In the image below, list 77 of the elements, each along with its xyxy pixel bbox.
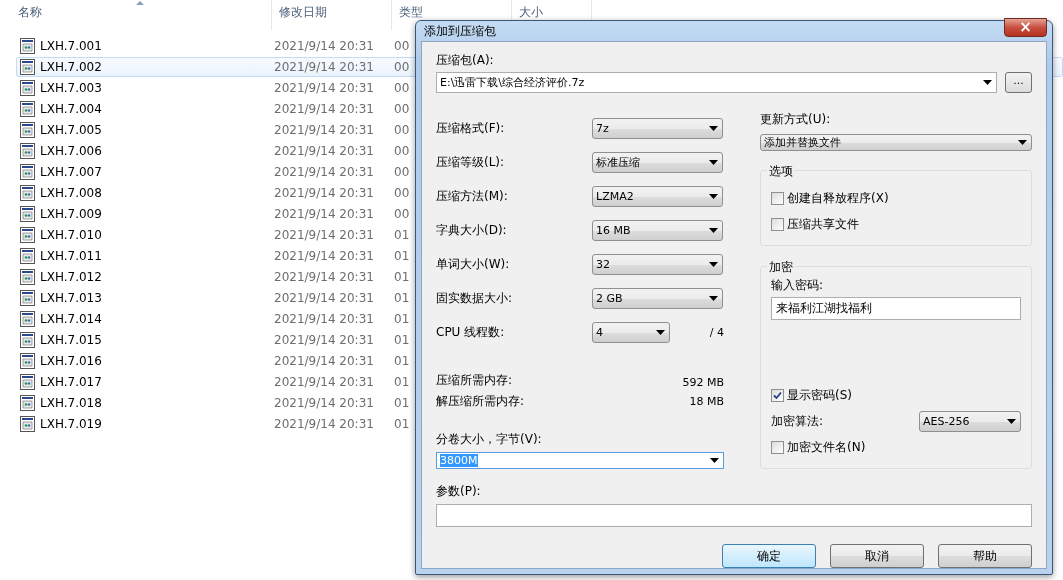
- file-name: LXH.7.018: [40, 396, 102, 410]
- field-label: 压缩包(A):: [436, 52, 495, 69]
- date-cell-text: 2021/9/14 20:31: [274, 207, 375, 221]
- file-name: LXH.7.001: [40, 39, 102, 53]
- setting-label: 压缩格式(F):: [436, 119, 506, 137]
- type-cell: 01: [394, 375, 410, 389]
- info-value: 18 MB: [689, 394, 724, 408]
- field-label: 输入密码:: [771, 277, 825, 294]
- setting-label: 压缩方法(M):: [436, 187, 509, 205]
- file-name: LXH.7.019: [40, 417, 102, 431]
- setting-label: 压缩等级(L):: [436, 153, 506, 171]
- info-value: 592 MB: [682, 376, 724, 389]
- date-cell-text: 2021/9/14 20:31: [274, 60, 375, 74]
- date-cell-text: 2021/9/14 20:31: [274, 249, 375, 263]
- type-cell: 01: [394, 417, 410, 431]
- file-name: LXH.7.016: [40, 354, 102, 368]
- group-title: 选项: [767, 163, 795, 180]
- type-cell: 00: [394, 207, 410, 221]
- date-cell-text: 2021/9/14 20:31: [274, 81, 375, 95]
- info-label: 压缩所需内存:: [436, 372, 514, 389]
- date-cell-text: 2021/9/14 20:31: [274, 39, 375, 53]
- date-cell-text: 2021/9/14 20:31: [274, 291, 375, 305]
- file-name: LXH.7.012: [40, 270, 102, 284]
- type-cell: 01: [394, 396, 410, 410]
- thread-count-text: / 4: [709, 325, 724, 339]
- date-cell-text: 2021/9/14 20:31: [274, 186, 375, 200]
- type-cell: 00: [394, 81, 410, 95]
- setting-label: 单词大小(W):: [436, 255, 511, 273]
- date-cell-text: 2021/9/14 20:31: [274, 165, 375, 179]
- file-name: LXH.7.017: [40, 375, 102, 389]
- type-cell: 01: [394, 291, 410, 305]
- file-name: LXH.7.002: [40, 60, 102, 74]
- type-cell: 00: [394, 102, 410, 116]
- file-name: LXH.7.004: [40, 102, 102, 116]
- date-cell-text: 2021/9/14 20:31: [274, 354, 375, 368]
- file-name: LXH.7.005: [40, 123, 102, 137]
- date-cell-text: 2021/9/14 20:31: [274, 144, 375, 158]
- date-cell-text: 2021/9/14 20:31: [274, 312, 375, 326]
- file-name: LXH.7.003: [40, 81, 102, 95]
- file-name: LXH.7.007: [40, 165, 102, 179]
- type-cell: 01: [394, 354, 410, 368]
- file-name: LXH.7.015: [40, 333, 102, 347]
- setting-label: 固实数据大小:: [436, 289, 514, 307]
- type-cell: 01: [394, 312, 410, 326]
- type-cell: 00: [394, 123, 410, 137]
- group-title: 加密: [767, 259, 795, 276]
- type-cell: 00: [394, 144, 410, 158]
- setting-label: CPU 线程数:: [436, 323, 506, 341]
- file-name: LXH.7.006: [40, 144, 102, 158]
- type-cell: 00: [394, 165, 410, 179]
- date-cell-text: 2021/9/14 20:31: [274, 102, 375, 116]
- type-cell: 00: [394, 39, 410, 53]
- date-cell-text: 2021/9/14 20:31: [274, 228, 375, 242]
- date-cell-text: 2021/9/14 20:31: [274, 123, 375, 137]
- setting-label: 字典大小(D):: [436, 221, 508, 239]
- field-label: 加密算法:: [771, 412, 824, 430]
- type-cell: 01: [394, 228, 410, 242]
- file-name: LXH.7.011: [40, 249, 102, 263]
- field-label: 更新方式(U):: [760, 111, 832, 128]
- date-cell-text: 2021/9/14 20:31: [274, 375, 375, 389]
- field-label: 参数(P):: [436, 483, 482, 500]
- date-cell-text: 2021/9/14 20:31: [274, 270, 375, 284]
- date-cell-text: 2021/9/14 20:31: [274, 417, 375, 431]
- file-name: LXH.7.010: [40, 228, 102, 242]
- field-label: 分卷大小，字节(V):: [436, 431, 543, 448]
- date-cell-text: 2021/9/14 20:31: [274, 396, 375, 410]
- file-name: LXH.7.013: [40, 291, 102, 305]
- type-cell: 00: [394, 60, 410, 74]
- type-cell: 01: [394, 333, 410, 347]
- type-cell: 01: [394, 270, 410, 284]
- date-cell-text: 2021/9/14 20:31: [274, 333, 375, 347]
- type-cell: 01: [394, 249, 410, 263]
- info-label: 解压缩所需内存:: [436, 392, 526, 410]
- file-name: LXH.7.008: [40, 186, 102, 200]
- file-name: LXH.7.009: [40, 207, 102, 221]
- type-cell: 00: [394, 186, 410, 200]
- file-name: LXH.7.014: [40, 312, 102, 326]
